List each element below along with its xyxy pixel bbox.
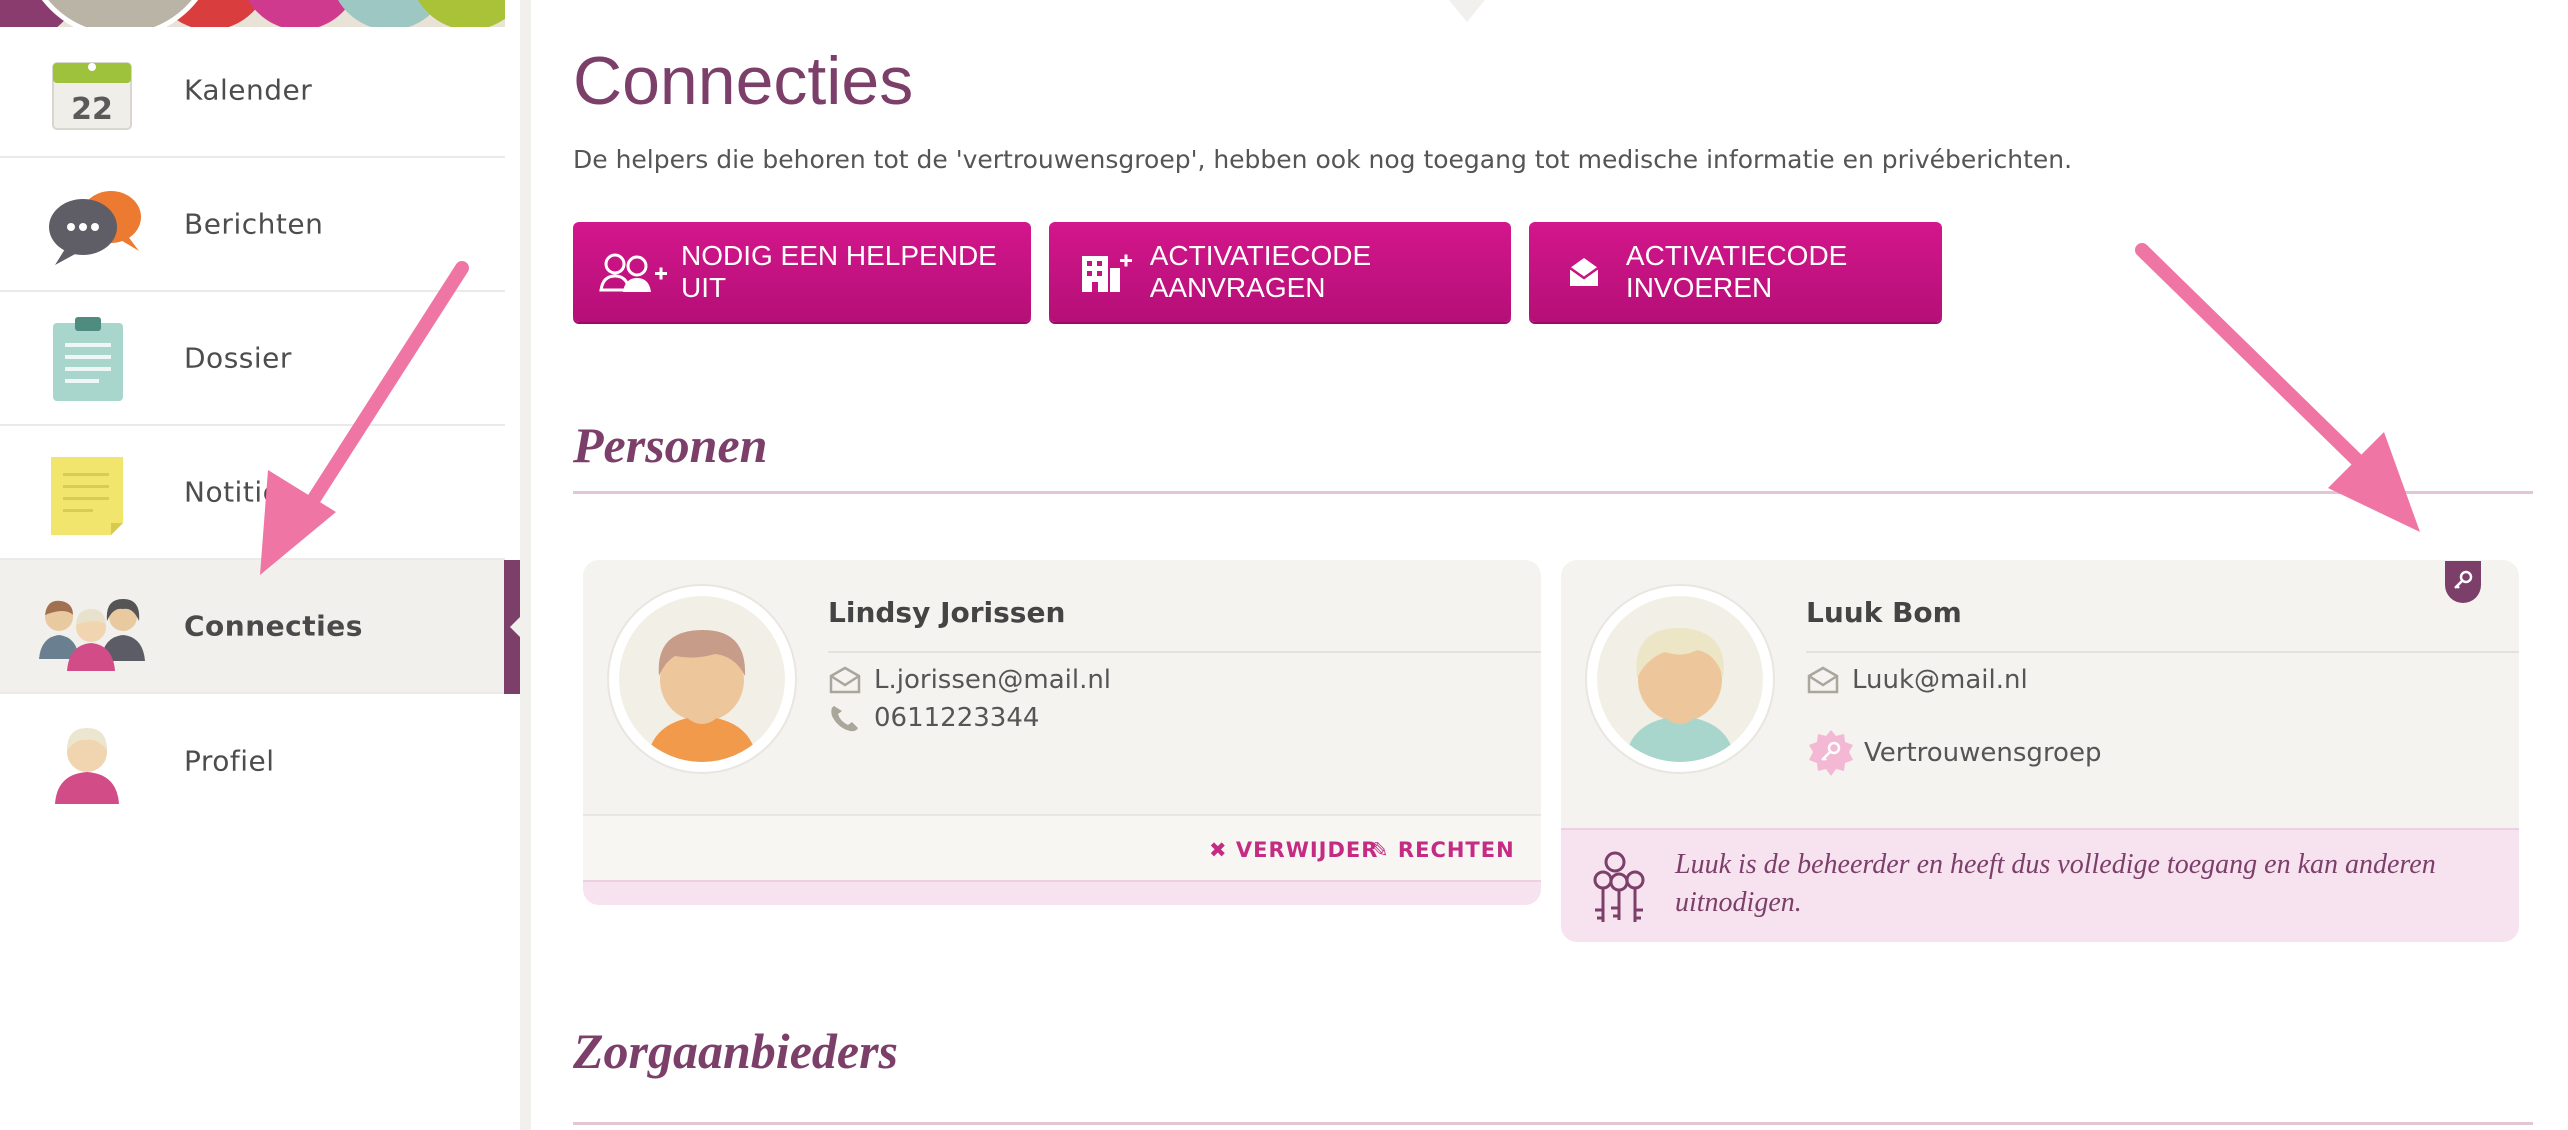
divider	[1806, 651, 2519, 653]
enter-activation-code-button[interactable]: ACTIVATIECODE INVOEREN	[1529, 222, 1942, 322]
invite-people-icon	[599, 250, 669, 294]
request-activation-code-button[interactable]: ACTIVATIECODE AANVRAGEN	[1049, 222, 1511, 322]
person-email[interactable]: L.jorissen@mail.nl	[874, 665, 1111, 695]
clipboard-icon	[35, 313, 150, 403]
user-avatar-icon	[35, 716, 150, 806]
person-name: Luuk Bom	[1806, 596, 1962, 629]
active-indicator	[504, 560, 522, 694]
card-actions: ✖ VERWIJDER ✎ RECHTEN	[583, 814, 1541, 880]
sidebar-item-profiel[interactable]: Profiel	[0, 694, 505, 828]
sidebar-item-connecties[interactable]: Connecties	[0, 560, 505, 694]
building-plus-icon	[1075, 250, 1138, 294]
rights-label: RECHTEN	[1397, 838, 1515, 862]
key-icon	[2454, 570, 2473, 589]
calendar-day: 22	[71, 92, 113, 127]
panel-notch	[1449, 0, 1485, 22]
open-envelope-icon	[1555, 250, 1614, 294]
person-group: Vertrouwensgroep	[1864, 738, 2102, 768]
chat-bubbles-icon	[35, 179, 150, 269]
sidebar-nav: 22 Kalender Berichten Dossier Notities C…	[0, 24, 505, 828]
remove-button[interactable]: ✖ VERWIJDER	[1209, 838, 1378, 862]
sidebar-item-berichten[interactable]: Berichten	[0, 158, 505, 292]
sidebar-item-dossier[interactable]: Dossier	[0, 292, 505, 426]
sidebar-item-label: Notities	[184, 475, 296, 509]
section-divider	[573, 1122, 2533, 1125]
sidebar: 22 Kalender Berichten Dossier Notities C…	[0, 0, 522, 1130]
person-phone-row: 0611223344	[828, 703, 1039, 733]
close-icon: ✖	[1209, 838, 1228, 862]
page-title: Connecties	[573, 43, 914, 119]
card-footer-strip	[583, 880, 1541, 905]
rights-button[interactable]: ✎ RECHTEN	[1371, 838, 1515, 862]
sidebar-item-label: Dossier	[184, 341, 292, 375]
trust-group-key-icon	[1806, 728, 1856, 778]
avatar	[607, 584, 797, 774]
sidebar-item-kalender[interactable]: 22 Kalender	[0, 24, 505, 158]
section-heading-providers: Zorgaanbieders	[573, 1023, 898, 1079]
sidebar-item-label: Kalender	[184, 73, 313, 107]
person-email-row: Luuk@mail.nl	[1806, 665, 2028, 695]
people-group-icon	[35, 581, 150, 671]
sidebar-item-label: Connecties	[184, 609, 363, 643]
phone-icon	[828, 704, 862, 732]
divider	[828, 651, 1541, 653]
calendar-icon: 22	[35, 45, 150, 135]
sticky-note-icon	[35, 447, 150, 537]
person-card: Luuk Bom Luuk@mail.nl Vertrouwensgroep L…	[1561, 560, 2519, 942]
enter-activation-code-label: ACTIVATIECODE INVOEREN	[1625, 240, 1848, 303]
person-card: Lindsy Jorissen L.jorissen@mail.nl 06112…	[583, 560, 1541, 905]
keys-icon	[1593, 851, 1645, 922]
admin-note: Luuk is de beheerder en heeft dus volled…	[1561, 828, 2519, 942]
person-email-row: L.jorissen@mail.nl	[828, 665, 1111, 695]
envelope-icon	[828, 666, 862, 694]
section-divider	[573, 491, 2533, 494]
page-subtitle: De helpers die behoren tot de 'vertrouwe…	[573, 145, 2073, 174]
sidebar-item-notities[interactable]: Notities	[0, 426, 505, 560]
remove-label: VERWIJDER	[1235, 838, 1379, 862]
person-group-row: Vertrouwensgroep	[1806, 728, 2101, 778]
sidebar-banner	[0, 0, 505, 27]
invite-helper-button[interactable]: NODIG EEN HELPENDE UIT	[573, 222, 1031, 322]
request-activation-code-label: ACTIVATIECODE AANVRAGEN	[1149, 240, 1372, 303]
envelope-icon	[1806, 666, 1840, 694]
avatar	[1585, 584, 1775, 774]
admin-note-text: Luuk is de beheerder en heeft dus volled…	[1675, 849, 2436, 918]
sidebar-item-label: Berichten	[184, 207, 324, 241]
pencil-icon: ✎	[1371, 838, 1390, 862]
invite-helper-label: NODIG EEN HELPENDE UIT	[681, 240, 997, 303]
sidebar-item-label: Profiel	[184, 744, 275, 778]
key-badge[interactable]	[2445, 561, 2481, 603]
main-panel: Connecties De helpers die behoren tot de…	[521, 0, 2568, 1130]
section-heading-persons: Personen	[573, 417, 768, 473]
person-phone[interactable]: 0611223344	[874, 703, 1039, 733]
person-name: Lindsy Jorissen	[828, 596, 1066, 629]
person-email[interactable]: Luuk@mail.nl	[1852, 665, 2028, 695]
